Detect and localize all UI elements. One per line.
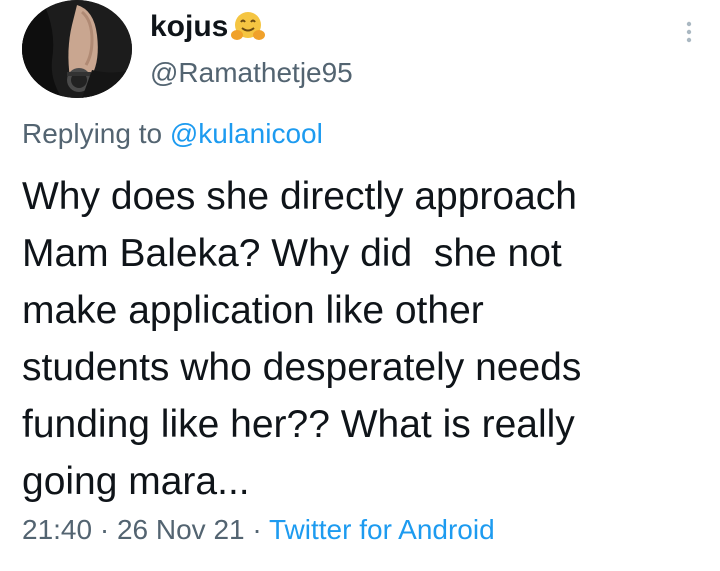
tweet-text-line: funding like her?? What is really bbox=[22, 403, 575, 446]
tweet-text-line: make application like other bbox=[22, 289, 484, 332]
tweet-text: Why does she directly approach Mam Balek… bbox=[22, 168, 682, 510]
tweet-text-line: Why does she directly approach bbox=[22, 175, 577, 218]
reply-mention-link[interactable]: @kulanicool bbox=[170, 118, 323, 149]
tweet-date[interactable]: 26 Nov 21 bbox=[117, 514, 245, 545]
more-options-icon[interactable] bbox=[684, 20, 694, 44]
hugging-face-emoji-icon bbox=[230, 10, 266, 44]
tweet-time[interactable]: 21:40 bbox=[22, 514, 92, 545]
user-handle[interactable]: @Ramathetje95 bbox=[150, 57, 353, 89]
meta-separator: · bbox=[99, 514, 110, 545]
tweet-metadata: 21:40 · 26 Nov 21 · Twitter for Android bbox=[22, 514, 495, 546]
avatar[interactable] bbox=[22, 0, 132, 98]
replying-to-label: Replying to bbox=[22, 118, 163, 149]
replying-to-line: Replying to @kulanicool bbox=[22, 118, 323, 150]
tweet-text-line: students who desperately needs bbox=[22, 346, 582, 389]
tweet-source-link[interactable]: Twitter for Android bbox=[269, 514, 495, 545]
tweet-text-line: going mara... bbox=[22, 460, 250, 503]
display-name-text: kojus bbox=[150, 10, 229, 43]
meta-separator: · bbox=[252, 514, 262, 545]
display-name[interactable]: kojus bbox=[150, 10, 266, 44]
tweet-text-line: Mam Baleka? Why did she not bbox=[22, 232, 562, 275]
